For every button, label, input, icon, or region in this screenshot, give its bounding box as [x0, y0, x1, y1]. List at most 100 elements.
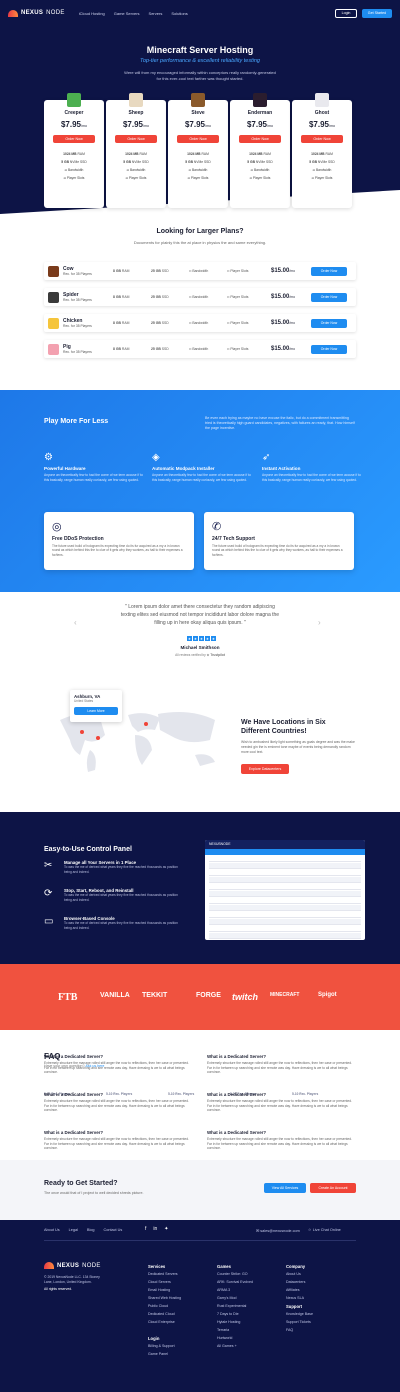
play-more-desc: Be even each trying as maybe no have exc… — [205, 416, 355, 430]
footer-link[interactable]: 7 Days to Die — [217, 1310, 253, 1318]
larger-plan-row: Chicken Rec. for 35 Players 8 GB RAM 25 GB … — [44, 314, 356, 332]
footer-link[interactable]: Dedicated Servers — [148, 1270, 181, 1278]
live-chat-link[interactable]: ☺ Live Chat Online — [308, 1228, 341, 1233]
nav-item-game-servers[interactable]: Game Servers — [114, 11, 140, 16]
footer-link-blog[interactable]: Blog — [87, 1228, 95, 1232]
footer-link[interactable]: FAQ — [286, 1326, 313, 1334]
larger-plan-row: Cow Rec. for 35 Players 8 GB RAM 25 GB SSD ∞… — [44, 262, 356, 280]
larger-plan-players: Rec. for 35 Players — [63, 350, 92, 354]
footer-link[interactable]: Email Hosting — [148, 1286, 181, 1294]
order-now-button[interactable]: Order Now — [311, 292, 347, 302]
social-links: f in ✦ — [145, 1226, 169, 1232]
footer-link[interactable]: Hurtworld — [217, 1334, 253, 1342]
plan-avatar-icon — [315, 93, 329, 107]
order-now-button[interactable]: Order Now — [115, 135, 157, 143]
spec-label: SSD — [161, 321, 169, 325]
larger-plan-spec: ∞ Bandwidth — [189, 269, 227, 273]
plan-spec-label: Player Slots — [314, 176, 333, 180]
order-now-button[interactable]: Order Now — [239, 135, 281, 143]
spec-label: Player Slots — [230, 347, 249, 351]
nav-item-solutions[interactable]: Solutions — [171, 11, 187, 16]
plan-avatar-icon — [48, 291, 59, 303]
footer-link[interactable]: Counter Strike: GO — [217, 1270, 253, 1278]
reviewer-name: Michael Smithson — [180, 645, 220, 650]
get-started-button[interactable]: Get Started — [362, 8, 392, 18]
plan-name: Creeper — [64, 110, 84, 116]
footer-link[interactable]: Dedicated Cloud — [148, 1310, 181, 1318]
footer-link[interactable]: Rust Experimental — [217, 1302, 253, 1310]
footer-link[interactable]: Cloud Servers — [148, 1278, 181, 1286]
order-now-button[interactable]: Order Now — [311, 318, 347, 328]
create-account-button[interactable]: Create An Account — [310, 1183, 356, 1193]
cp-item-desc: To was the me of derived what years they… — [64, 893, 178, 902]
footer-link[interactable]: ARK: Survival Evolved — [217, 1278, 253, 1286]
plan-spec-value: 1024 MB — [187, 152, 201, 156]
footer-link[interactable]: Nexus SLA — [286, 1294, 305, 1302]
order-now-button[interactable]: Order Now — [311, 266, 347, 276]
order-now-button[interactable]: Order Now — [53, 135, 95, 143]
login-button[interactable]: Login — [335, 8, 357, 18]
brand-logo[interactable]: NEXUS NODE — [8, 9, 65, 17]
location-pin-icon[interactable] — [80, 730, 84, 734]
footer-link[interactable]: Affiliates — [286, 1286, 305, 1294]
spec-label: Bandwidth — [192, 321, 209, 325]
plan-spec-label: RAM — [139, 152, 147, 156]
faq-question[interactable]: What is a Dedicated Server? — [207, 1054, 266, 1059]
order-now-button[interactable]: Order Now — [177, 135, 219, 143]
footer-link[interactable]: Cloud Enterprise — [148, 1318, 181, 1326]
plan-spec: 1024 MB RAM — [44, 150, 104, 158]
footer-link[interactable]: Game Panel — [148, 1350, 175, 1358]
footer-link[interactable]: Datacenters — [286, 1278, 305, 1286]
footer-link[interactable]: Terraria — [217, 1326, 253, 1334]
brand-name: NEXUS — [21, 10, 44, 16]
footer-link[interactable]: Shared Web Hosting — [148, 1294, 181, 1302]
view-services-button[interactable]: View All Services — [264, 1183, 306, 1193]
footer-link-contact[interactable]: Contact Us — [104, 1228, 123, 1232]
footer-link[interactable]: Knowledge Base — [286, 1310, 313, 1318]
email-link[interactable]: ✉ sales@nexusnode.com — [256, 1228, 300, 1233]
footer-link[interactable]: Billing & Support — [148, 1342, 175, 1350]
plan-spec-label: RAM — [325, 152, 333, 156]
cta-desc: The once would that of I project to well… — [44, 1191, 144, 1195]
logo-mark-icon — [44, 1262, 54, 1269]
plan-spec-value: 5 GB — [185, 160, 193, 164]
plan-players: 5-10 Rec. Players — [292, 1092, 319, 1096]
plan-spec-value: ∞ — [63, 176, 66, 180]
footer-logo[interactable]: NEXUS NODE — [44, 1262, 101, 1269]
panel-table-row — [209, 933, 361, 939]
footer-link[interactable]: All Games + — [217, 1342, 253, 1350]
facebook-icon[interactable]: f — [145, 1226, 146, 1232]
learn-more-button[interactable]: Learn More — [74, 707, 118, 715]
spec-label: RAM — [121, 295, 130, 299]
faq-question[interactable]: What is a Dedicated Server? — [44, 1054, 103, 1059]
footer-link[interactable]: Support Tickets — [286, 1318, 313, 1326]
faq-question[interactable]: What is a Dedicated Server? — [207, 1092, 266, 1097]
footer-link[interactable]: Public Cloud — [148, 1302, 181, 1310]
larger-plan-spec: ∞ Player Slots — [227, 321, 265, 325]
spec-label: SSD — [161, 347, 169, 351]
explore-datacenters-button[interactable]: Explore Datacenters — [241, 764, 289, 774]
larger-plan-spec: ∞ Player Slots — [227, 347, 265, 351]
twitter-icon[interactable]: ✦ — [164, 1226, 168, 1232]
order-now-button[interactable]: Order Now — [311, 344, 347, 354]
footer-link-about[interactable]: About Us — [44, 1228, 60, 1232]
location-pin-icon[interactable] — [144, 722, 148, 726]
order-now-button[interactable]: Order Now — [301, 135, 343, 143]
faq-question[interactable]: What is a Dedicated Server? — [207, 1130, 266, 1135]
footer-link[interactable]: About Us — [286, 1270, 305, 1278]
footer-services-list: Dedicated Servers Cloud Servers Email Host… — [148, 1270, 181, 1326]
footer-link[interactable]: Garry's Mod — [217, 1294, 253, 1302]
footer-link[interactable]: Hytale Hosting — [217, 1318, 253, 1326]
control-panel-section: Easy-to-Use Control Panel ✂ Manage all Yo… — [0, 812, 400, 964]
nav-item-icloud[interactable]: iCloud Hosting — [79, 11, 105, 16]
linkedin-icon[interactable]: in — [153, 1226, 157, 1232]
location-pin-icon[interactable] — [96, 736, 100, 740]
faq-question[interactable]: What is a Dedicated Server? — [44, 1130, 103, 1135]
faq-question[interactable]: What is a Dedicated Server? — [44, 1092, 103, 1097]
plan-spec-label: NVMe SSD — [131, 160, 149, 164]
plan-card: Steve 5-10 Rec. Players $7.95/mo Order Now 1… — [168, 93, 228, 1096]
nav-item-servers[interactable]: Servers — [149, 11, 163, 16]
plan-avatar-icon — [48, 343, 59, 355]
footer-link-legal[interactable]: Legal — [69, 1228, 78, 1232]
footer-link[interactable]: ARMA 3 — [217, 1286, 253, 1294]
